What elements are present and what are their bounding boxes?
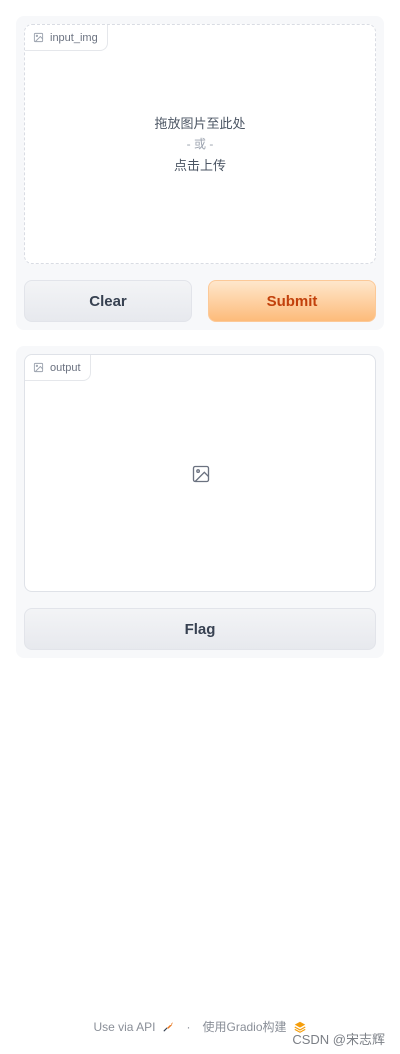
- flag-button[interactable]: Flag: [24, 608, 376, 650]
- use-via-api-link[interactable]: Use via API: [93, 1020, 155, 1034]
- or-text: - 或 -: [186, 137, 214, 151]
- rocket-icon: [163, 1022, 173, 1032]
- image-placeholder-icon: [192, 465, 210, 483]
- csdn-watermark: CSDN @宋志辉: [292, 1032, 385, 1047]
- input-panel: input_img 拖放图片至此处 - 或 - 点击上传 Clear Submi…: [16, 16, 384, 330]
- input-image-label: input_img: [25, 25, 108, 51]
- image-icon: [33, 362, 44, 373]
- output-label-text: output: [50, 361, 81, 374]
- click-upload-text[interactable]: 点击上传: [25, 155, 375, 176]
- drop-prompt: 拖放图片至此处: [154, 116, 246, 131]
- image-upload-dropzone[interactable]: input_img 拖放图片至此处 - 或 - 点击上传: [24, 24, 376, 264]
- flag-button-label: Flag: [184, 620, 216, 638]
- output-image-label: output: [25, 355, 91, 381]
- clear-button[interactable]: Clear: [24, 280, 192, 322]
- built-with-gradio-link[interactable]: 使用Gradio构建: [203, 1018, 287, 1035]
- output-panel: output Flag: [16, 346, 384, 658]
- input-label-text: input_img: [50, 31, 98, 44]
- clear-button-label: Clear: [89, 292, 127, 310]
- drop-instructions: 拖放图片至此处 - 或 - 点击上传: [25, 113, 375, 176]
- submit-button[interactable]: Submit: [208, 280, 376, 322]
- image-icon: [33, 32, 44, 43]
- footer-separator: ·: [186, 1019, 191, 1034]
- submit-button-label: Submit: [266, 292, 318, 310]
- output-image-area: output: [24, 354, 376, 592]
- gradio-app: input_img 拖放图片至此处 - 或 - 点击上传 Clear Submi…: [0, 0, 400, 1054]
